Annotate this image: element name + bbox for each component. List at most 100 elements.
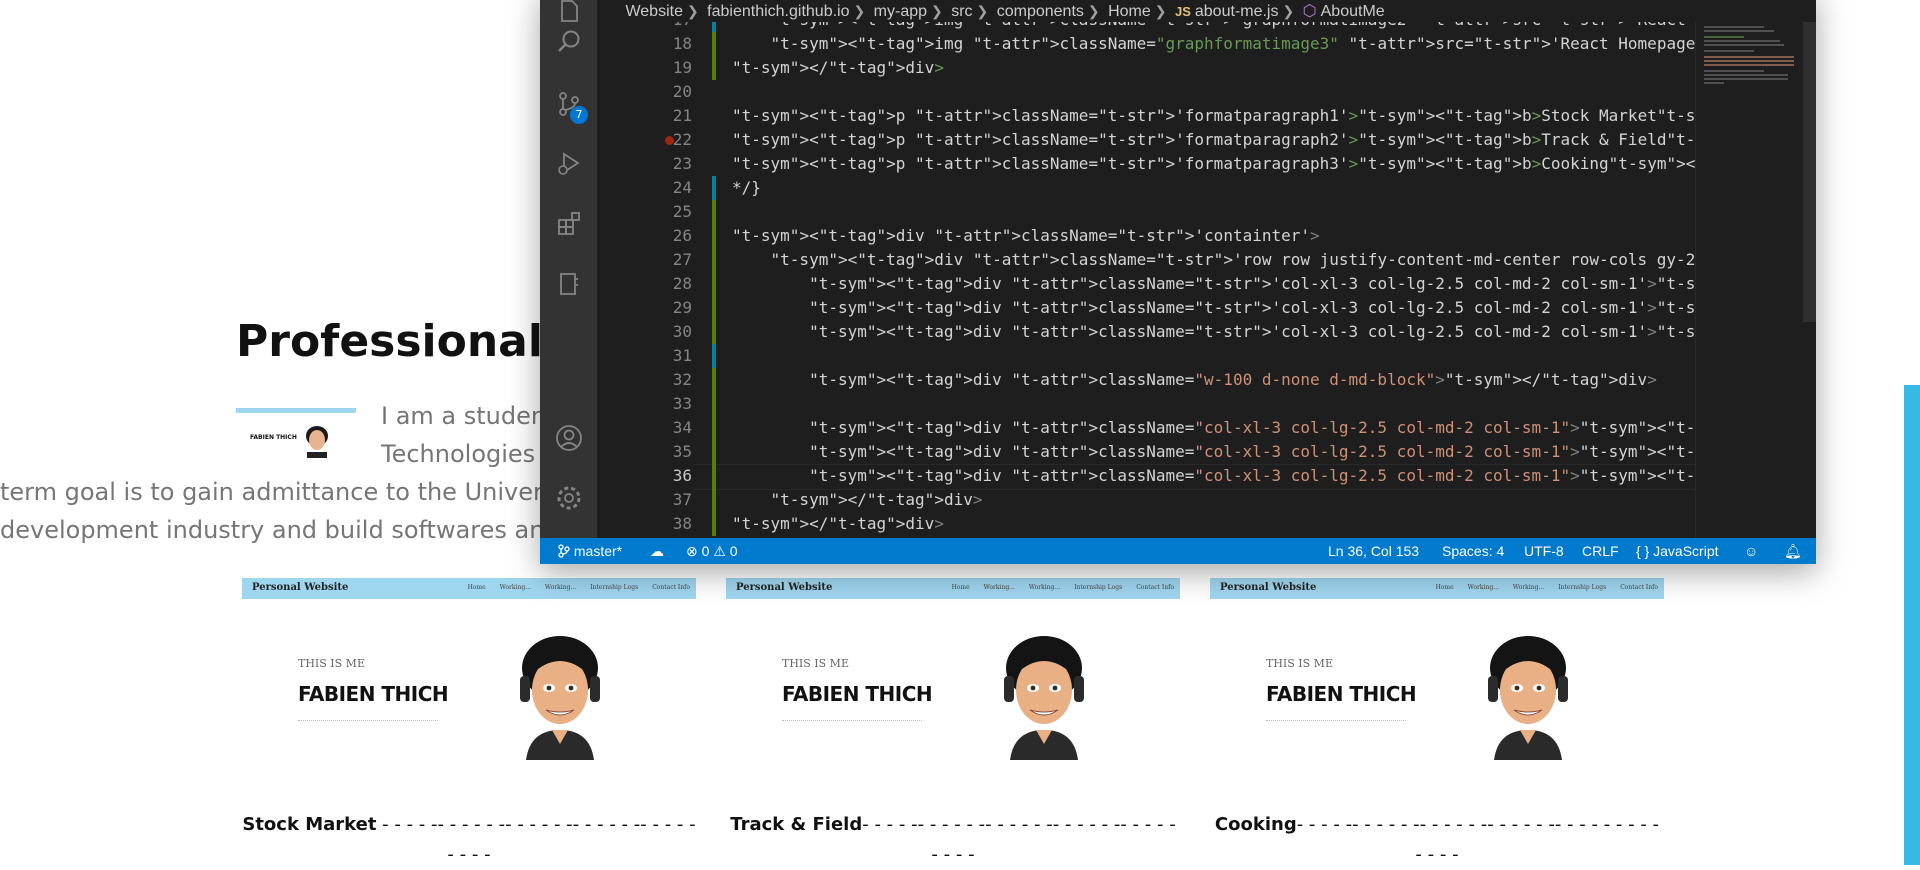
notifications-bell-icon[interactable]: 🔔︎ [1784,538,1802,564]
line-number[interactable]: 38 [597,512,692,536]
encoding[interactable]: UTF-8 [1524,538,1564,564]
git-change-marker[interactable] [712,344,716,368]
git-change-marker[interactable] [712,512,716,536]
line-number[interactable]: 21 [597,104,692,128]
breadcrumb-item-file[interactable]: about-me.js [1195,1,1279,23]
code-text[interactable]: "t-sym"><"t-tag">div "t-attr">className=… [732,248,1695,272]
git-change-marker[interactable] [712,296,716,320]
line-number[interactable]: 19 [597,56,692,80]
git-change-marker[interactable] [712,320,716,344]
code-line[interactable]: 19 "t-sym"></"t-tag">div> [597,56,1695,80]
line-number[interactable]: 24 [597,176,692,200]
breadcrumb-item[interactable]: Website [625,1,683,23]
code-line[interactable]: 18 "t-sym"><"t-tag">img "t-attr">classNa… [597,32,1695,56]
extensions-icon[interactable] [540,202,597,246]
run-debug-icon[interactable] [540,142,597,186]
line-number[interactable]: 32 [597,368,692,392]
git-change-marker[interactable] [712,416,716,440]
line-number[interactable]: 30 [597,320,692,344]
git-change-marker[interactable] [712,392,716,416]
line-number[interactable]: 22 [597,128,692,152]
notebook-icon[interactable] [540,262,597,306]
git-change-marker[interactable] [712,368,716,392]
code-text[interactable]: "t-sym"><"t-tag">div "t-attr">className=… [732,416,1695,440]
code-line[interactable]: 30 "t-sym"><"t-tag">div "t-attr">classNa… [597,320,1695,344]
code-text[interactable]: "t-sym"><"t-tag">div "t-attr">className=… [732,368,1657,392]
code-text[interactable]: */} [732,176,761,200]
code-line[interactable]: 37 "t-sym"></"t-tag">div> [597,488,1695,512]
feedback-icon[interactable]: ☺ [1744,538,1758,564]
breadcrumb-item[interactable]: fabienthich.github.io [707,1,849,23]
breadcrumb-item[interactable]: components [997,1,1084,23]
breadcrumb-item[interactable]: Home [1108,1,1151,23]
code-line[interactable]: 22 "t-sym"><"t-tag">p "t-attr">className=… [597,128,1695,152]
breakpoint-icon[interactable] [665,136,674,145]
line-number[interactable]: 33 [597,392,692,416]
problems-indicator[interactable]: ⊗ 0 ⚠ 0 [686,538,738,564]
code-line[interactable]: 21 "t-sym"><"t-tag">p "t-attr">className=… [597,104,1695,128]
code-text[interactable]: "t-sym"><"t-tag">div "t-attr">className=… [732,224,1320,248]
git-change-marker[interactable] [712,32,716,56]
code-text[interactable]: "t-sym"><"t-tag">div "t-attr">className=… [732,296,1695,320]
line-number[interactable]: 29 [597,296,692,320]
code-line[interactable]: 20 [597,80,1695,104]
code-line[interactable]: 27 "t-sym"><"t-tag">div "t-attr">classNa… [597,248,1695,272]
git-change-marker[interactable] [712,248,716,272]
code-text[interactable]: "t-sym"><"t-tag">p "t-attr">className="t… [732,128,1695,152]
code-line[interactable]: 36 "t-sym"><"t-tag">div "t-attr">classNa… [597,464,1695,488]
settings-gear-icon[interactable] [540,476,597,520]
line-number[interactable]: 20 [597,80,692,104]
git-change-marker[interactable] [712,440,716,464]
search-icon[interactable] [540,20,597,64]
code-text[interactable]: "t-sym"><"t-tag">img "t-attr">className=… [732,32,1695,56]
git-change-marker[interactable] [712,488,716,512]
sync-icon[interactable]: ☁ [650,538,664,564]
code-text[interactable]: "t-sym"><"t-tag">img "t-attr">className=… [732,22,1695,32]
code-editor[interactable]: 17 "t-sym"><"t-tag">img "t-attr">classNa… [597,22,1695,538]
line-number[interactable]: 37 [597,488,692,512]
line-number[interactable]: 34 [597,416,692,440]
code-line[interactable]: 35 "t-sym"><"t-tag">div "t-attr">classNa… [597,440,1695,464]
git-change-marker[interactable] [712,272,716,296]
code-line[interactable]: 29 "t-sym"><"t-tag">div "t-attr">classNa… [597,296,1695,320]
line-number[interactable]: 27 [597,248,692,272]
git-change-marker[interactable] [712,224,716,248]
git-change-marker[interactable] [712,176,716,200]
line-number[interactable]: 31 [597,344,692,368]
code-text[interactable]: "t-sym"></"t-tag">div> [732,488,983,512]
line-number[interactable]: 17 [597,22,692,32]
line-number[interactable]: 25 [597,200,692,224]
cursor-position[interactable]: Ln 36, Col 153 [1328,538,1419,564]
git-change-marker[interactable] [712,22,716,32]
code-line[interactable]: 26 "t-sym"><"t-tag">div "t-attr">classNam… [597,224,1695,248]
breadcrumb-item[interactable]: my-app [874,1,927,23]
breadcrumb-item-symbol[interactable]: AboutMe [1321,1,1385,23]
git-change-marker[interactable] [712,200,716,224]
line-number[interactable]: 28 [597,272,692,296]
line-number[interactable]: 26 [597,224,692,248]
line-number[interactable]: 36 [597,464,692,488]
git-change-marker[interactable] [712,464,716,488]
code-text[interactable]: "t-sym"></"t-tag">div> [732,56,944,80]
minimap-slider[interactable] [1803,22,1816,322]
breadcrumb-item[interactable]: src [951,1,972,23]
code-line[interactable]: 38 "t-sym"></"t-tag">div> [597,512,1695,536]
code-line[interactable]: 32 "t-sym"><"t-tag">div "t-attr">classNa… [597,368,1695,392]
line-ending[interactable]: CRLF [1582,538,1619,564]
branch-indicator[interactable]: master* [558,538,622,564]
line-number[interactable]: 18 [597,32,692,56]
git-change-marker[interactable] [712,56,716,80]
code-text[interactable]: "t-sym"></"t-tag">div> [732,512,944,536]
code-text[interactable]: "t-sym"><"t-tag">div "t-attr">className=… [732,320,1695,344]
code-line[interactable]: 23 "t-sym"><"t-tag">p "t-attr">className=… [597,152,1695,176]
code-line[interactable]: 25 [597,200,1695,224]
source-control-icon[interactable]: 7 [540,82,597,126]
code-text[interactable]: "t-sym"><"t-tag">div "t-attr">className=… [732,464,1695,488]
code-text[interactable]: "t-sym"><"t-tag">p "t-attr">className="t… [732,152,1695,176]
account-icon[interactable] [540,416,597,460]
code-line[interactable]: 28 "t-sym"><"t-tag">div "t-attr">classNa… [597,272,1695,296]
line-number[interactable]: 35 [597,440,692,464]
indentation[interactable]: Spaces: 4 [1442,538,1504,564]
language-mode[interactable]: { } JavaScript [1636,538,1719,564]
code-text[interactable]: "t-sym"><"t-tag">div "t-attr">className=… [732,440,1695,464]
